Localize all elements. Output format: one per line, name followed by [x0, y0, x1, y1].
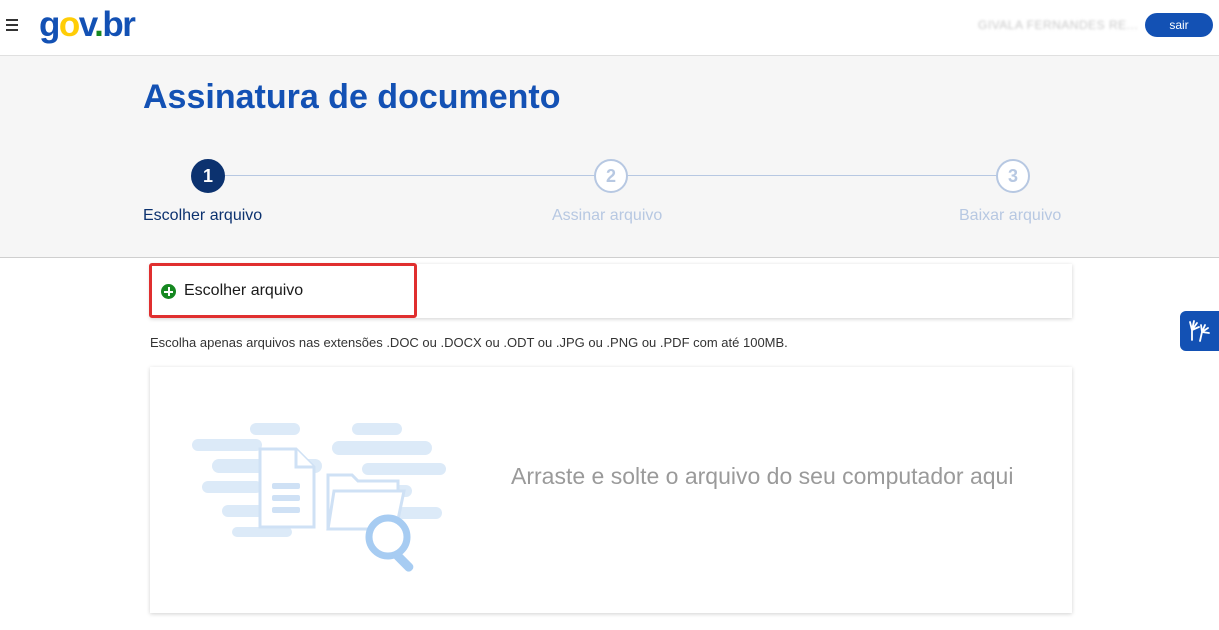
plus-circle-icon: [161, 284, 176, 299]
choose-file-card: Escolher arquivo: [149, 263, 1072, 318]
step-2-label: Assinar arquivo: [552, 207, 663, 224]
step-2-circle: 2: [594, 159, 628, 193]
step-1-circle: 1: [191, 159, 225, 193]
step-connector-1: [224, 175, 595, 176]
step-3-label: Baixar arquivo: [959, 207, 1062, 224]
logout-button[interactable]: sair: [1145, 13, 1213, 37]
drop-zone-text: Arraste e solte o arquivo do seu computa…: [511, 463, 1014, 489]
step-3-circle: 3: [996, 159, 1030, 193]
step-connector-2: [627, 175, 997, 176]
accessibility-widget[interactable]: [1180, 311, 1219, 351]
page-title: Assinatura de documento: [143, 78, 561, 116]
hamburger-icon[interactable]: [6, 16, 20, 32]
choose-file-label: Escolher arquivo: [184, 282, 304, 299]
user-name: GIVALA FERNANDES RE...: [978, 18, 1139, 32]
sign-language-hands-icon: [1189, 320, 1210, 342]
govbr-logo[interactable]: gov.br: [39, 3, 136, 47]
step-1-label: Escolher arquivo: [143, 207, 263, 224]
choose-file-button[interactable]: Escolher arquivo: [149, 263, 417, 318]
document-folder-search-icon: [192, 423, 446, 572]
top-bar: gov.br GIVALA FERNANDES RE... sair: [0, 0, 1219, 56]
file-drop-zone[interactable]: Arraste e solte o arquivo do seu computa…: [150, 367, 1072, 613]
page-banner: Assinatura de documento 1 2 3 Escolher a…: [0, 56, 1219, 258]
file-extension-hint: Escolha apenas arquivos nas extensões .D…: [150, 335, 788, 350]
